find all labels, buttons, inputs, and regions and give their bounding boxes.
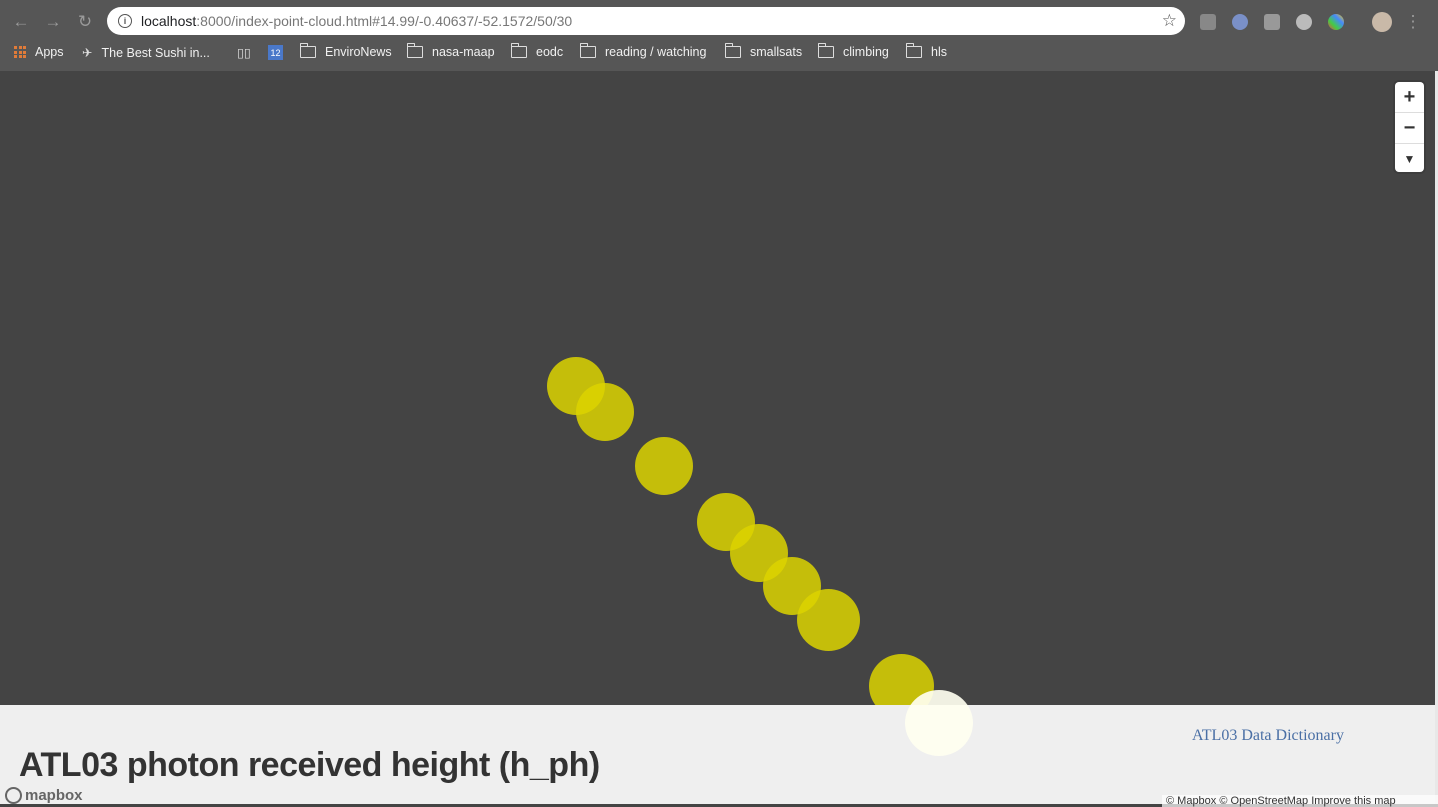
profile-avatar[interactable] [1372, 12, 1392, 32]
bookmark-calendar[interactable]: 12 [268, 45, 283, 60]
compass-button[interactable]: ▼ [1395, 144, 1424, 174]
bookmarks-bar: Apps ✈ The Best Sushi in... ▯▯ 12 Enviro… [0, 41, 1438, 65]
info-icon[interactable]: i [118, 14, 132, 28]
back-icon[interactable]: ← [11, 12, 31, 32]
bookmark-label: The Best Sushi in... [101, 45, 210, 60]
bookmark-hls[interactable]: hls [905, 43, 947, 59]
color-extension-icon[interactable] [1328, 14, 1344, 30]
zoom-out-button[interactable]: − [1395, 113, 1424, 144]
bookmark-environews[interactable]: EnviroNews [299, 43, 392, 59]
folder-icon [579, 43, 596, 58]
page-title: ATL03 photon received height (h_ph) [19, 746, 600, 784]
bookmark-book[interactable]: ▯▯ [237, 45, 251, 60]
reload-icon[interactable]: ↻ [75, 12, 95, 32]
url-host: localhost [141, 13, 197, 29]
bookmark-reading[interactable]: reading / watching [579, 43, 707, 59]
bookmark-label: climbing [843, 45, 889, 59]
point-cloud-point-highlight [905, 690, 973, 756]
bookmark-label: smallsats [750, 45, 803, 59]
bookmark-nasa-maap[interactable]: nasa-maap [406, 43, 495, 59]
info-panel: ATL03 photon received height (h_ph) ATL0… [0, 705, 1435, 804]
forward-icon[interactable]: → [43, 12, 63, 32]
bookmark-star-icon[interactable]: ☆ [1162, 11, 1177, 31]
folder-icon [817, 43, 834, 58]
data-dictionary-link[interactable]: ATL03 Data Dictionary [1192, 727, 1344, 745]
menu-icon[interactable]: ⋮ [1403, 12, 1423, 32]
browser-chrome: ← → ↻ i localhost:8000/index-point-cloud… [0, 0, 1438, 71]
camera-extension-icon[interactable] [1200, 14, 1216, 30]
mapbox-logo[interactable]: mapbox [5, 787, 83, 804]
mapbox-mark-icon [5, 787, 22, 804]
url-text[interactable]: localhost:8000/index-point-cloud.html#14… [141, 13, 572, 29]
folder-icon [724, 43, 741, 58]
bookmark-label: hls [931, 45, 947, 59]
extension-icon[interactable] [1232, 14, 1248, 30]
record-extension-icon[interactable] [1296, 14, 1312, 30]
bookmark-label: reading / watching [605, 45, 707, 59]
bookmark-smallsats[interactable]: smallsats [724, 43, 803, 59]
site-icon: ✈ [82, 46, 93, 60]
bookmark-label: EnviroNews [325, 45, 392, 59]
bookmark-label: nasa-maap [432, 45, 495, 59]
bookmark-eodc[interactable]: eodc [510, 43, 564, 59]
point-cloud-point [635, 437, 693, 495]
map-canvas[interactable] [0, 71, 1435, 804]
apps-grid-icon [14, 46, 26, 58]
point-cloud-point [797, 589, 860, 651]
bookmark-climbing[interactable]: climbing [817, 43, 889, 59]
mapbox-logo-text: mapbox [25, 787, 83, 804]
url-path: :8000/index-point-cloud.html#14.99/-0.40… [196, 13, 573, 29]
address-bar[interactable]: i localhost:8000/index-point-cloud.html#… [107, 7, 1185, 35]
bookmark-apps[interactable]: Apps [14, 45, 64, 59]
calendar-icon: 12 [268, 45, 283, 60]
map-navigation-control: + − ▼ [1395, 82, 1424, 172]
folder-icon [406, 43, 423, 58]
browser-toolbar: ← → ↻ i localhost:8000/index-point-cloud… [0, 6, 1438, 38]
grammar-extension-icon[interactable] [1264, 14, 1280, 30]
map-attribution[interactable]: © Mapbox © OpenStreetMap Improve this ma… [1162, 795, 1438, 807]
bookmark-label: Apps [35, 45, 64, 59]
bookmark-sushi[interactable]: ✈ The Best Sushi in... [82, 45, 210, 61]
bookmark-label: eodc [536, 45, 564, 59]
book-icon: ▯▯ [237, 46, 251, 60]
point-cloud-point [576, 383, 634, 441]
folder-icon [905, 43, 922, 58]
folder-icon [299, 43, 316, 58]
folder-icon [510, 43, 527, 58]
zoom-in-button[interactable]: + [1395, 82, 1424, 113]
